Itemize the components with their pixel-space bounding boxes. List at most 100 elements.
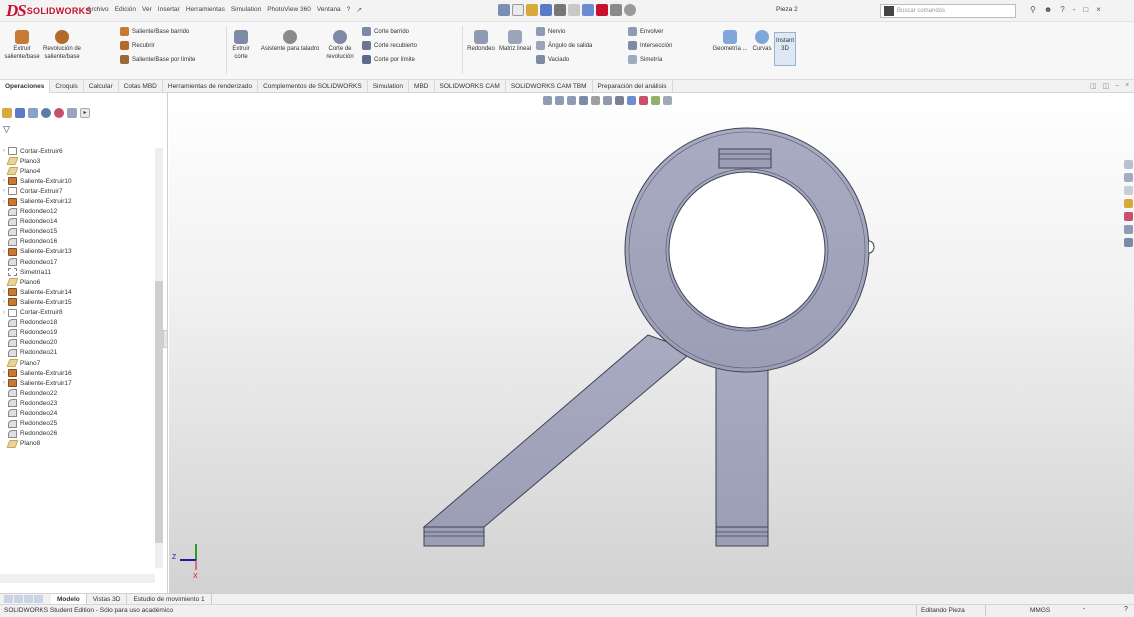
solidworks-resources-icon[interactable] xyxy=(1124,160,1133,169)
design-library-icon[interactable] xyxy=(1124,173,1133,182)
tree-item[interactable]: › Cortar-Extruir6 xyxy=(0,146,150,156)
tab-calcular[interactable]: Calcular xyxy=(84,79,119,93)
instant3d-button[interactable]: Instant 3D xyxy=(774,32,796,66)
tree-item[interactable]: › Saliente-Extruir14 xyxy=(0,287,150,297)
menu-archivo[interactable]: Archivo xyxy=(87,6,109,14)
tree-item[interactable]: Plano7 xyxy=(0,358,150,368)
revolve-boss-button[interactable]: Revolución de saliente/base xyxy=(38,30,86,61)
forum-icon[interactable] xyxy=(1124,238,1133,247)
fillet-button[interactable]: Redondeo xyxy=(466,30,496,53)
dimxpert-icon[interactable] xyxy=(41,108,51,118)
minimize-icon[interactable]: – xyxy=(1115,82,1119,90)
dynamic-annotation-icon[interactable] xyxy=(591,96,600,105)
new-file-icon[interactable] xyxy=(512,4,524,16)
configuration-manager-icon[interactable] xyxy=(28,108,38,118)
menu-ventana[interactable]: Ventana xyxy=(317,6,341,14)
tree-item[interactable]: Redondeo18 xyxy=(0,318,150,328)
apply-scene-icon[interactable] xyxy=(651,96,660,105)
graphics-area[interactable] xyxy=(169,93,1134,593)
tree-item[interactable]: Plano8 xyxy=(0,439,150,449)
extrude-cut-button[interactable]: Extruir corte xyxy=(228,30,254,61)
expand-arrow-icon[interactable]: › xyxy=(0,289,8,295)
boundary-boss-button[interactable]: Saliente/Base por límite xyxy=(120,55,195,64)
tree-item[interactable]: Plano6 xyxy=(0,277,150,287)
tab-croquis[interactable]: Croquis xyxy=(50,79,84,93)
extrude-boss-button[interactable]: Extruir saliente/base xyxy=(4,30,40,61)
tree-item[interactable]: › Cortar-Extruir8 xyxy=(0,308,150,318)
menu-herramientas[interactable]: Herramientas xyxy=(186,6,225,14)
view-settings-icon[interactable] xyxy=(663,96,672,105)
menu-ver[interactable]: Ver xyxy=(142,6,152,14)
tab-simulation[interactable]: Simulation xyxy=(368,79,410,93)
tab-solidworks-cam-tbm[interactable]: SOLIDWORKS CAM TBM xyxy=(506,79,593,93)
tab-operaciones[interactable]: Operaciones xyxy=(0,79,51,93)
menu-help[interactable]: ? xyxy=(347,6,351,14)
next-tab-arrow-icon[interactable] xyxy=(24,595,33,603)
prev-tab-arrow-icon[interactable] xyxy=(14,595,23,603)
tree-item[interactable]: Redondeo25 xyxy=(0,419,150,429)
tree-item[interactable]: Plano3 xyxy=(0,156,150,166)
first-tab-arrow-icon[interactable] xyxy=(4,595,13,603)
draft-button[interactable]: Ángulo de salida xyxy=(536,41,592,50)
tree-item[interactable]: Redondeo24 xyxy=(0,408,150,418)
tree-item[interactable]: Redondeo22 xyxy=(0,388,150,398)
tab-estudio-movimiento[interactable]: Estudio de movimiento 1 xyxy=(127,593,212,605)
save-icon[interactable] xyxy=(540,4,552,16)
tree-item[interactable]: › Saliente-Extruir15 xyxy=(0,297,150,307)
menu-insertar[interactable]: Insertar xyxy=(158,6,180,14)
expand-arrow-icon[interactable]: › xyxy=(0,148,8,154)
solidworks-logo[interactable]: DS SOLIDWORKS xyxy=(6,1,92,20)
swept-boss-button[interactable]: Saliente/Base barrido xyxy=(120,27,189,36)
tree-item[interactable]: Redondeo16 xyxy=(0,237,150,247)
hide-show-items-icon[interactable] xyxy=(627,96,636,105)
expand-arrow-icon[interactable]: › xyxy=(0,380,8,386)
expand-arrow-icon[interactable]: › xyxy=(0,310,8,316)
close-button[interactable]: × xyxy=(1096,5,1101,14)
tree-item[interactable]: › Cortar-Extruir7 xyxy=(0,186,150,196)
expand-arrow-icon[interactable]: › xyxy=(0,370,8,376)
expand-arrow-icon[interactable]: › xyxy=(0,299,8,305)
tree-item[interactable]: Simetría11 xyxy=(0,267,150,277)
undo-icon[interactable] xyxy=(568,4,580,16)
tab-modelo[interactable]: Modelo xyxy=(51,593,87,605)
maximize-button[interactable]: □ xyxy=(1083,5,1088,14)
tree-item[interactable]: Redondeo17 xyxy=(0,257,150,267)
edit-appearance-icon[interactable] xyxy=(639,96,648,105)
search-icon[interactable]: ⚲ xyxy=(1030,5,1036,14)
section-view-icon[interactable] xyxy=(579,96,588,105)
zoom-to-fit-icon[interactable] xyxy=(543,96,552,105)
view-palette-icon[interactable] xyxy=(1124,199,1133,208)
expand-arrow-icon[interactable]: › xyxy=(0,249,8,255)
expand-arrow-icon[interactable]: › xyxy=(0,199,8,205)
tab-herramientas-renderizado[interactable]: Herramientas de renderizado xyxy=(163,79,259,93)
display-manager-icon[interactable] xyxy=(54,108,64,118)
minimize-button[interactable]: - xyxy=(1073,5,1076,14)
tree-item[interactable]: › Saliente-Extruir10 xyxy=(0,176,150,186)
feature-manager-icon[interactable] xyxy=(2,108,12,118)
menu-simulation[interactable]: Simulation xyxy=(231,6,261,14)
print-icon[interactable] xyxy=(554,4,566,16)
tab-mbd[interactable]: MBD xyxy=(409,79,435,93)
more-tabs-icon[interactable]: ▸ xyxy=(80,108,90,118)
options-icon[interactable] xyxy=(624,4,636,16)
hole-wizard-button[interactable]: Asistente para taladro xyxy=(258,30,322,53)
wrap-button[interactable]: Envolver xyxy=(628,27,663,36)
tree-item[interactable]: Redondeo12 xyxy=(0,207,150,217)
expand-arrow-icon[interactable]: › xyxy=(0,188,8,194)
home-icon[interactable] xyxy=(498,4,510,16)
tree-item[interactable]: Redondeo26 xyxy=(0,429,150,439)
revolve-cut-button[interactable]: Corte de revolución xyxy=(322,30,358,61)
search-scope-icon[interactable] xyxy=(884,6,894,16)
intersect-button[interactable]: Intersección xyxy=(628,41,672,50)
tree-item[interactable]: Redondeo15 xyxy=(0,227,150,237)
file-explorer-icon[interactable] xyxy=(1124,186,1133,195)
menu-edicion[interactable]: Edición xyxy=(115,6,136,14)
view-orientation-icon[interactable] xyxy=(603,96,612,105)
close-icon[interactable]: × xyxy=(1125,82,1129,90)
swept-cut-button[interactable]: Corte barrido xyxy=(362,27,409,36)
tile-icon[interactable]: ◫ xyxy=(1090,82,1097,90)
last-tab-arrow-icon[interactable] xyxy=(34,595,43,603)
lofted-cut-button[interactable]: Corte recubierto xyxy=(362,41,417,50)
tree-item[interactable]: Redondeo20 xyxy=(0,338,150,348)
tab-solidworks-cam[interactable]: SOLIDWORKS CAM xyxy=(435,79,506,93)
